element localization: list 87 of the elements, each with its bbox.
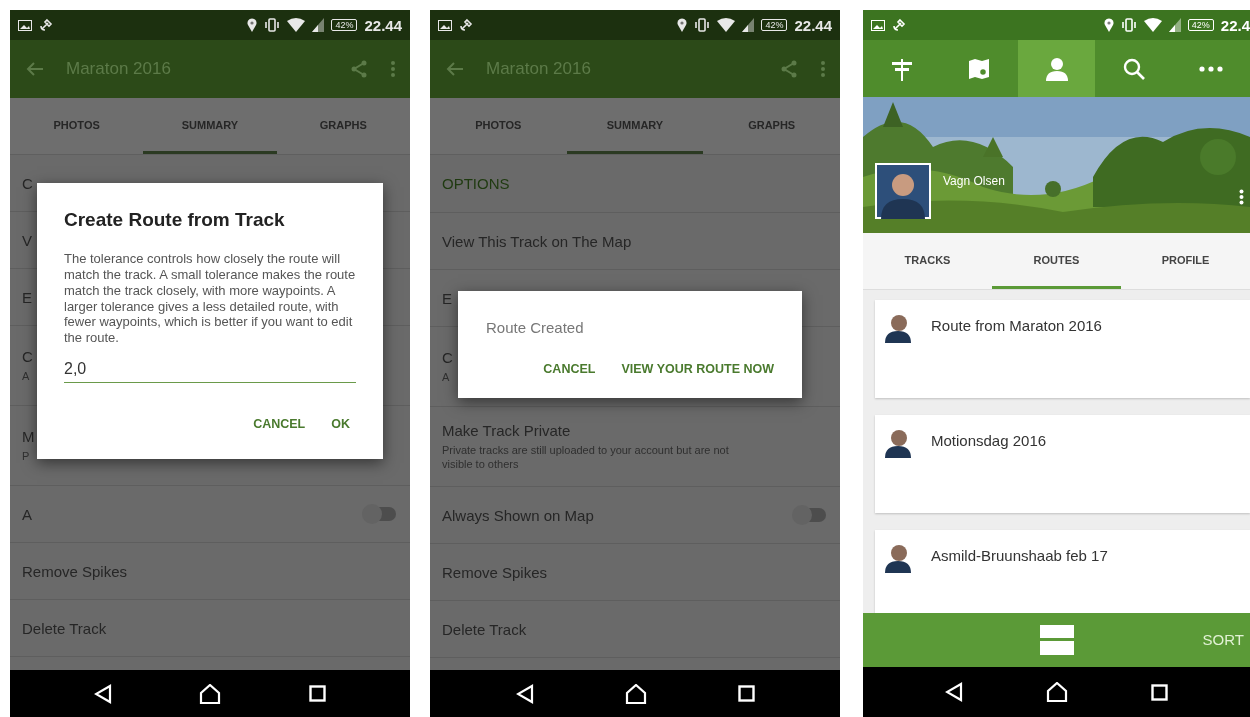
battery-indicator: 42% (761, 19, 788, 31)
clock: 22.44 (794, 16, 832, 34)
vibrate-icon (264, 18, 281, 32)
tab[interactable]: PROFILE (1121, 233, 1250, 289)
more-icon[interactable] (1239, 189, 1244, 205)
search-icon (1122, 57, 1145, 80)
dialog-button[interactable]: CANCEL (537, 354, 602, 384)
tab[interactable]: GRAPHS (703, 98, 840, 154)
list-item[interactable]: Remove Spikes (442, 563, 548, 581)
route-card[interactable]: Asmild-Bruunshaab feb 17 (875, 530, 1250, 613)
vibrate-icon (694, 18, 711, 32)
route-title: Asmild-Bruunshaab feb 17 (931, 547, 1108, 564)
battery-indicator: 42% (1187, 19, 1214, 31)
share-icon[interactable] (350, 60, 368, 78)
list-item[interactable]: C (442, 348, 453, 366)
image-icon (18, 19, 32, 31)
list-item[interactable]: Always Shown on Map (442, 506, 594, 524)
clock: 22.4 (1220, 16, 1250, 34)
list-item[interactable]: Make Track Private (442, 421, 571, 439)
recents-icon[interactable] (1151, 683, 1169, 701)
tab[interactable]: GRAPHS (276, 98, 410, 154)
list-item[interactable]: Remove Spikes (22, 562, 128, 580)
satellite-icon (39, 18, 53, 32)
battery-indicator: 42% (331, 19, 358, 31)
item-description: A (22, 368, 30, 384)
dialog-message: The tolerance controls how closely the route will match the track. A small tolerance makes the route match the track closely, with more waypoints. A larger tolerance gives a less detailed route, with fewer waypoints, which is better if you want to edit the route. (64, 251, 356, 347)
home-icon[interactable] (199, 683, 222, 704)
image-icon (871, 19, 885, 31)
dialog-button[interactable]: CANCEL (247, 409, 312, 440)
location-pin-icon (247, 18, 258, 32)
nav-tab[interactable] (1017, 40, 1096, 97)
route-card[interactable]: Motionsdag 2016 (875, 415, 1250, 513)
share-icon[interactable] (780, 60, 798, 78)
list-item[interactable]: E (22, 288, 32, 306)
recents-icon[interactable] (737, 685, 755, 702)
clock: 22.44 (364, 16, 402, 34)
list-item[interactable]: A (22, 505, 32, 523)
person-icon (1045, 56, 1068, 81)
section-header: OPTIONS (442, 175, 510, 192)
home-icon[interactable] (1046, 682, 1068, 702)
tab[interactable]: PHOTOS (430, 98, 567, 154)
wifi-icon (287, 18, 306, 32)
list-item[interactable]: M (22, 427, 35, 445)
item-description: A (442, 369, 450, 385)
sort-button[interactable]: SORT (1200, 627, 1246, 652)
dialog-button[interactable]: VIEW YOUR ROUTE NOW (615, 354, 780, 384)
map-icon (968, 57, 991, 80)
more-icon (1199, 65, 1224, 72)
list-item[interactable]: Delete Track (442, 620, 527, 638)
recents-icon[interactable] (309, 685, 327, 702)
list-item[interactable]: E (442, 289, 452, 307)
wifi-icon (1143, 18, 1162, 32)
toggle-switch[interactable] (794, 508, 826, 522)
image-icon (438, 19, 452, 31)
signal-icon (1168, 18, 1181, 32)
avatar (885, 313, 911, 343)
route-title: Motionsdag 2016 (931, 432, 1047, 449)
signal-icon (312, 18, 325, 32)
tolerance-field[interactable]: 2,0 (64, 356, 356, 384)
toggle-switch[interactable] (364, 507, 396, 521)
dialog-button[interactable]: OK (325, 409, 356, 440)
user-name: Vagn Olsen (943, 174, 1005, 188)
satellite-icon (892, 18, 906, 32)
avatar (875, 163, 931, 219)
home-icon[interactable] (624, 683, 647, 704)
list-item[interactable]: C (22, 347, 33, 365)
dialog-title: Create Route from Track (64, 209, 286, 231)
signal-icon (742, 18, 755, 32)
wifi-icon (717, 18, 736, 32)
avatar (885, 543, 911, 573)
list-item[interactable]: V (22, 231, 32, 249)
location-pin-icon (1103, 18, 1114, 32)
dialog-title: Route Created (486, 319, 585, 336)
tab[interactable]: TRACKS (863, 233, 992, 289)
list-item[interactable]: Delete Track (22, 619, 107, 637)
vibrate-icon (1120, 18, 1137, 32)
item-description: P (22, 448, 30, 464)
route-card[interactable]: Route from Maraton 2016 (875, 300, 1250, 398)
list-view-icon[interactable] (1039, 625, 1074, 655)
tab[interactable]: PHOTOS (10, 98, 144, 154)
signpost-icon (890, 56, 913, 81)
list-item[interactable]: C (22, 174, 33, 192)
satellite-icon (459, 18, 473, 32)
route-title: Route from Maraton 2016 (931, 317, 1102, 334)
location-pin-icon (677, 18, 688, 32)
list-item[interactable]: View This Track on The Map (442, 232, 632, 250)
avatar (885, 428, 911, 458)
